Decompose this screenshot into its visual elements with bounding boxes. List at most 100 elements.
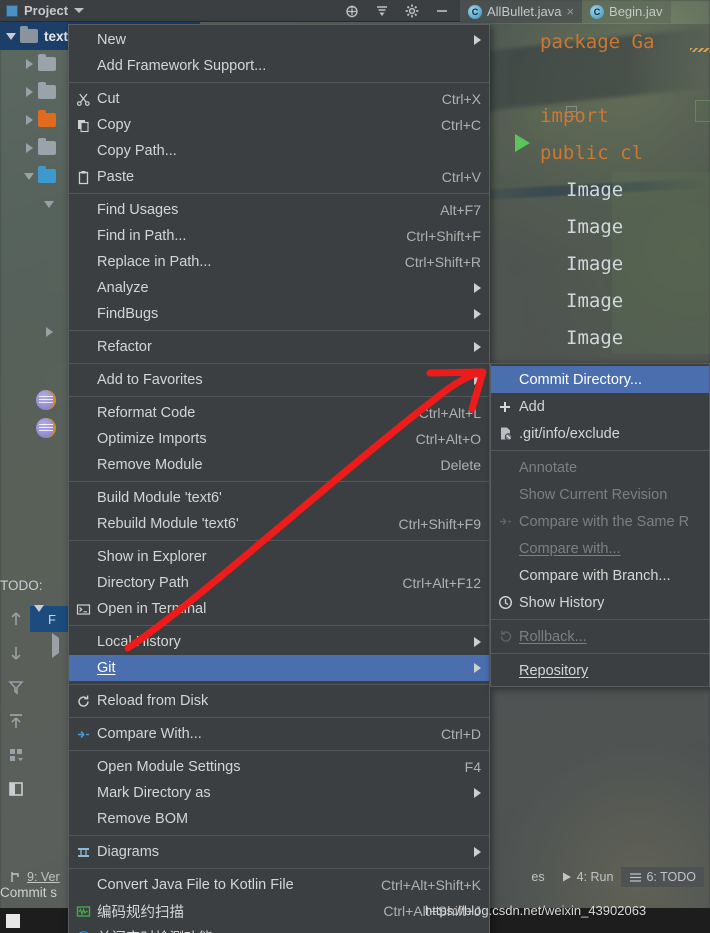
watermark-url: https://blog.csdn.net/weixin_43902063 (425, 903, 647, 918)
menu-separator (69, 835, 489, 836)
filter-icon[interactable] (7, 678, 25, 696)
code-line-image-4: Image (566, 290, 624, 312)
menu-separator (69, 330, 489, 331)
menu-label: Copy (97, 117, 131, 133)
locate-target-icon[interactable] (344, 3, 360, 19)
arrow-down-icon[interactable] (7, 644, 25, 662)
menu-item-local-history[interactable]: Local History (69, 629, 489, 655)
submenu-item-repository[interactable]: Repository (491, 657, 709, 684)
menu-item-compare-with[interactable]: Compare With... Ctrl+D (69, 721, 489, 747)
twisty-down-icon[interactable] (2, 32, 20, 40)
status-services[interactable]: es (523, 867, 552, 887)
submenu-item-compare-with-branch[interactable]: Compare with Branch... (491, 562, 709, 589)
menu-item-add-framework-support[interactable]: Add Framework Support... (69, 53, 489, 79)
submenu-item-add[interactable]: Add (491, 393, 709, 420)
collapse-all-icon[interactable] (374, 3, 390, 19)
java-class-icon: C (468, 4, 482, 19)
menu-item-directory-path[interactable]: Directory Path Ctrl+Alt+F12 (69, 570, 489, 596)
menu-item-build-module[interactable]: Build Module 'text6' (69, 485, 489, 511)
menu-item-new[interactable]: New (69, 27, 489, 53)
menu-item-optimize-imports[interactable]: Optimize Imports Ctrl+Alt+O (69, 426, 489, 452)
twisty-right-icon[interactable] (40, 327, 58, 337)
submenu-arrow-icon (474, 637, 481, 647)
menu-item-find-in-path[interactable]: Find in Path... Ctrl+Shift+F (69, 223, 489, 249)
minimize-icon[interactable] (434, 3, 450, 19)
group-by-icon[interactable] (7, 746, 25, 764)
menu-item-disable-realtime-check[interactable]: 关闭实时检测功能 (69, 924, 489, 933)
menu-separator (69, 750, 489, 751)
menu-label: 关闭实时检测功能 (97, 927, 481, 933)
menu-label: Directory Path (97, 575, 189, 591)
submenu-arrow-icon (474, 375, 481, 385)
menu-item-git[interactable]: Git (69, 655, 489, 681)
menu-item-copy[interactable]: Copy Ctrl+C (69, 112, 489, 138)
twisty-right-icon[interactable] (52, 632, 59, 658)
twisty-right-icon[interactable] (20, 87, 38, 97)
status-run[interactable]: 4: Run (553, 867, 622, 887)
project-view-selector[interactable]: Project (0, 3, 85, 18)
menu-item-convert-java-to-kotlin[interactable]: Convert Java File to Kotlin File Ctrl+Al… (69, 872, 489, 898)
submenu-arrow-icon (474, 309, 481, 319)
todo-panel-title: TODO: (0, 578, 43, 593)
code-line-image-3: Image (566, 253, 624, 275)
menu-accelerator: Ctrl+Shift+R (404, 254, 481, 270)
menu-item-find-usages[interactable]: Find Usages Alt+F7 (69, 197, 489, 223)
menu-item-refactor[interactable]: Refactor (69, 334, 489, 360)
compare-icon (69, 727, 97, 742)
status-run-label: 4: Run (576, 870, 614, 884)
preview-icon[interactable] (7, 780, 25, 798)
editor-code-text[interactable]: package Ga import public cl Image Image … (540, 24, 710, 364)
menu-item-mark-directory-as[interactable]: Mark Directory as (69, 780, 489, 806)
chevron-down-icon[interactable] (74, 8, 85, 13)
close-icon[interactable]: × (566, 4, 574, 19)
export-icon[interactable] (7, 712, 25, 730)
project-panel-title: Project (24, 3, 69, 18)
run-gutter-icon[interactable] (515, 134, 530, 152)
status-vcs[interactable]: 9: Ver (0, 867, 68, 887)
menu-item-findbugs[interactable]: FindBugs (69, 301, 489, 327)
submenu-item-git-exclude[interactable]: .git/info/exclude (491, 420, 709, 447)
menu-item-show-in-explorer[interactable]: Show in Explorer (69, 544, 489, 570)
twisty-down-icon[interactable] (20, 172, 38, 180)
status-todo[interactable]: 6: TODO (621, 867, 704, 887)
menu-item-analyze[interactable]: Analyze (69, 275, 489, 301)
clipboard-icon (69, 170, 97, 185)
menu-label: FindBugs (97, 306, 159, 322)
submenu-item-commit-directory[interactable]: Commit Directory... (491, 366, 709, 393)
project-icon (6, 4, 18, 17)
tab-allbullet-java[interactable]: C AllBullet.java × (460, 0, 583, 23)
submenu-item-show-history[interactable]: Show History (491, 589, 709, 616)
twisty-right-icon[interactable] (20, 143, 38, 153)
menu-item-reformat-code[interactable]: Reformat Code Ctrl+Alt+L (69, 400, 489, 426)
menu-item-remove-module[interactable]: Remove Module Delete (69, 452, 489, 478)
menu-item-reload-from-disk[interactable]: Reload from Disk (69, 688, 489, 714)
gear-icon[interactable] (404, 3, 420, 19)
twisty-right-icon[interactable] (20, 115, 38, 125)
menu-item-replace-in-path[interactable]: Replace in Path... Ctrl+Shift+R (69, 249, 489, 275)
menu-accelerator: F4 (464, 759, 481, 775)
module-folder-icon (20, 26, 38, 43)
menu-item-diagrams[interactable]: Diagrams (69, 839, 489, 865)
twisty-down-icon[interactable] (34, 604, 44, 627)
status-vcs-label: 9: Ver (27, 870, 60, 884)
menu-item-add-to-favorites[interactable]: Add to Favorites (69, 367, 489, 393)
menu-item-open-in-terminal[interactable]: Open in Terminal (69, 596, 489, 622)
ignore-file-icon (491, 426, 519, 441)
menu-item-remove-bom[interactable]: Remove BOM (69, 806, 489, 832)
arrow-up-icon[interactable] (7, 610, 25, 628)
twisty-right-icon[interactable] (20, 59, 38, 69)
twisty-down-icon[interactable] (40, 200, 58, 208)
menu-label: Compare with the Same R (519, 513, 690, 530)
menu-item-cut[interactable]: Cut Ctrl+X (69, 86, 489, 112)
menu-separator (69, 540, 489, 541)
menu-label: Open in Terminal (97, 601, 207, 617)
menu-label: Find in Path... (97, 228, 187, 244)
menu-item-paste[interactable]: Paste Ctrl+V (69, 164, 489, 190)
menu-item-copy-path[interactable]: Copy Path... (69, 138, 489, 164)
tab-begin-java[interactable]: C Begin.jav (582, 0, 671, 23)
taskbar-icon-1[interactable] (6, 914, 20, 928)
menu-separator (69, 717, 489, 718)
tree-label-root: text (44, 28, 69, 44)
menu-item-rebuild-module[interactable]: Rebuild Module 'text6' Ctrl+Shift+F9 (69, 511, 489, 537)
menu-item-open-module-settings[interactable]: Open Module Settings F4 (69, 754, 489, 780)
